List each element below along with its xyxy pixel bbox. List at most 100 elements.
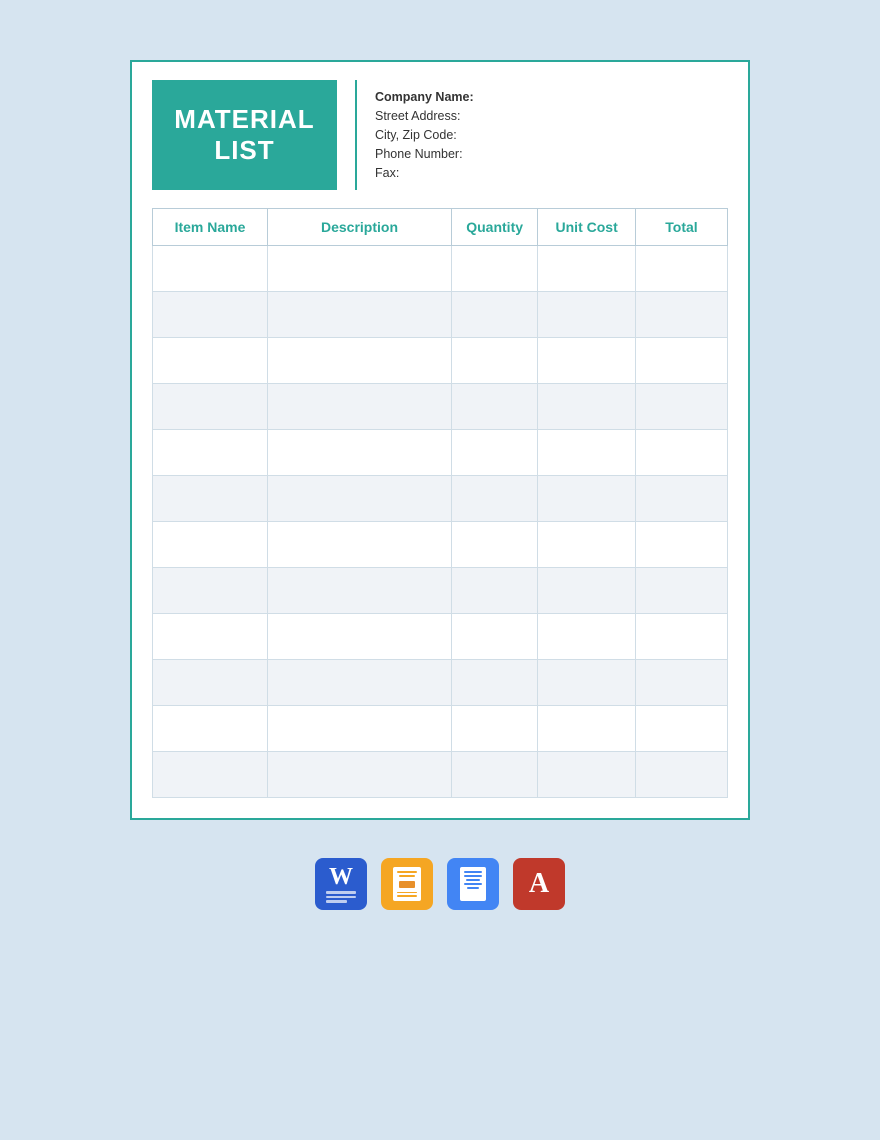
table-cell[interactable] [268,338,452,384]
col-header-description: Description [268,209,452,246]
col-header-total: Total [636,209,728,246]
table-cell[interactable] [538,522,636,568]
table-row[interactable] [153,476,728,522]
table-row[interactable] [153,338,728,384]
city-label: City, Zip Code: [375,128,457,142]
table-cell[interactable] [153,430,268,476]
company-name-label: Company Name: [375,90,474,104]
table-cell[interactable] [538,660,636,706]
title-text: MATERIALLIST [174,104,314,166]
table-cell[interactable] [452,476,538,522]
table-cell[interactable] [636,338,728,384]
col-header-item-name: Item Name [153,209,268,246]
doc-header: MATERIALLIST Company Name: Street Addres… [132,62,748,208]
table-cell[interactable] [268,706,452,752]
acrobat-icon[interactable]: A [513,858,565,910]
table-cell[interactable] [268,660,452,706]
table-cell[interactable] [538,292,636,338]
company-info: Company Name: Street Address: City, Zip … [355,80,555,190]
table-cell[interactable] [452,660,538,706]
table-cell[interactable] [268,752,452,798]
table-cell[interactable] [636,660,728,706]
table-row[interactable] [153,246,728,292]
table-cell[interactable] [452,292,538,338]
docs-icon[interactable] [447,858,499,910]
table-body [153,246,728,798]
table-cell[interactable] [153,292,268,338]
table-row[interactable] [153,706,728,752]
table-row[interactable] [153,522,728,568]
table-cell[interactable] [636,476,728,522]
table-cell[interactable] [538,246,636,292]
table-cell[interactable] [636,614,728,660]
document-title: MATERIALLIST [152,80,337,190]
table-row[interactable] [153,568,728,614]
table-cell[interactable] [153,522,268,568]
table-cell[interactable] [452,384,538,430]
table-cell[interactable] [452,706,538,752]
table-row[interactable] [153,430,728,476]
material-table: Item Name Description Quantity Unit Cost… [152,208,728,798]
table-cell[interactable] [268,384,452,430]
table-cell[interactable] [538,384,636,430]
col-header-unit-cost: Unit Cost [538,209,636,246]
table-row[interactable] [153,384,728,430]
table-cell[interactable] [538,706,636,752]
table-cell[interactable] [153,246,268,292]
table-cell[interactable] [268,292,452,338]
table-cell[interactable] [153,752,268,798]
street-row: Street Address: [375,109,555,123]
table-row[interactable] [153,660,728,706]
pages-icon[interactable] [381,858,433,910]
table-cell[interactable] [538,476,636,522]
table-cell[interactable] [636,752,728,798]
fax-label: Fax: [375,166,399,180]
table-cell[interactable] [452,430,538,476]
col-header-quantity: Quantity [452,209,538,246]
table-cell[interactable] [636,246,728,292]
table-cell[interactable] [636,292,728,338]
street-label: Street Address: [375,109,460,123]
table-wrapper: Item Name Description Quantity Unit Cost… [132,208,748,818]
table-cell[interactable] [452,568,538,614]
table-cell[interactable] [268,430,452,476]
table-cell[interactable] [636,430,728,476]
table-cell[interactable] [153,660,268,706]
table-cell[interactable] [636,522,728,568]
table-cell[interactable] [153,568,268,614]
table-row[interactable] [153,752,728,798]
table-row[interactable] [153,292,728,338]
table-cell[interactable] [538,430,636,476]
table-cell[interactable] [452,338,538,384]
table-cell[interactable] [268,522,452,568]
table-cell[interactable] [452,614,538,660]
table-cell[interactable] [153,476,268,522]
table-cell[interactable] [636,384,728,430]
table-cell[interactable] [268,246,452,292]
table-header-row: Item Name Description Quantity Unit Cost… [153,209,728,246]
table-cell[interactable] [268,614,452,660]
fax-row: Fax: [375,166,555,180]
table-cell[interactable] [153,338,268,384]
table-cell[interactable] [153,706,268,752]
phone-label: Phone Number: [375,147,463,161]
table-cell[interactable] [153,614,268,660]
company-name-row: Company Name: [375,90,555,104]
table-cell[interactable] [636,706,728,752]
table-cell[interactable] [538,752,636,798]
table-cell[interactable] [268,476,452,522]
document-card: MATERIALLIST Company Name: Street Addres… [130,60,750,820]
table-cell[interactable] [452,752,538,798]
city-row: City, Zip Code: [375,128,555,142]
table-cell[interactable] [636,568,728,614]
table-cell[interactable] [452,522,538,568]
word-icon[interactable]: W [315,858,367,910]
app-icons-row: W A [315,858,565,910]
table-cell[interactable] [538,568,636,614]
table-cell[interactable] [268,568,452,614]
table-cell[interactable] [538,614,636,660]
table-cell[interactable] [538,338,636,384]
table-row[interactable] [153,614,728,660]
table-cell[interactable] [153,384,268,430]
table-cell[interactable] [452,246,538,292]
